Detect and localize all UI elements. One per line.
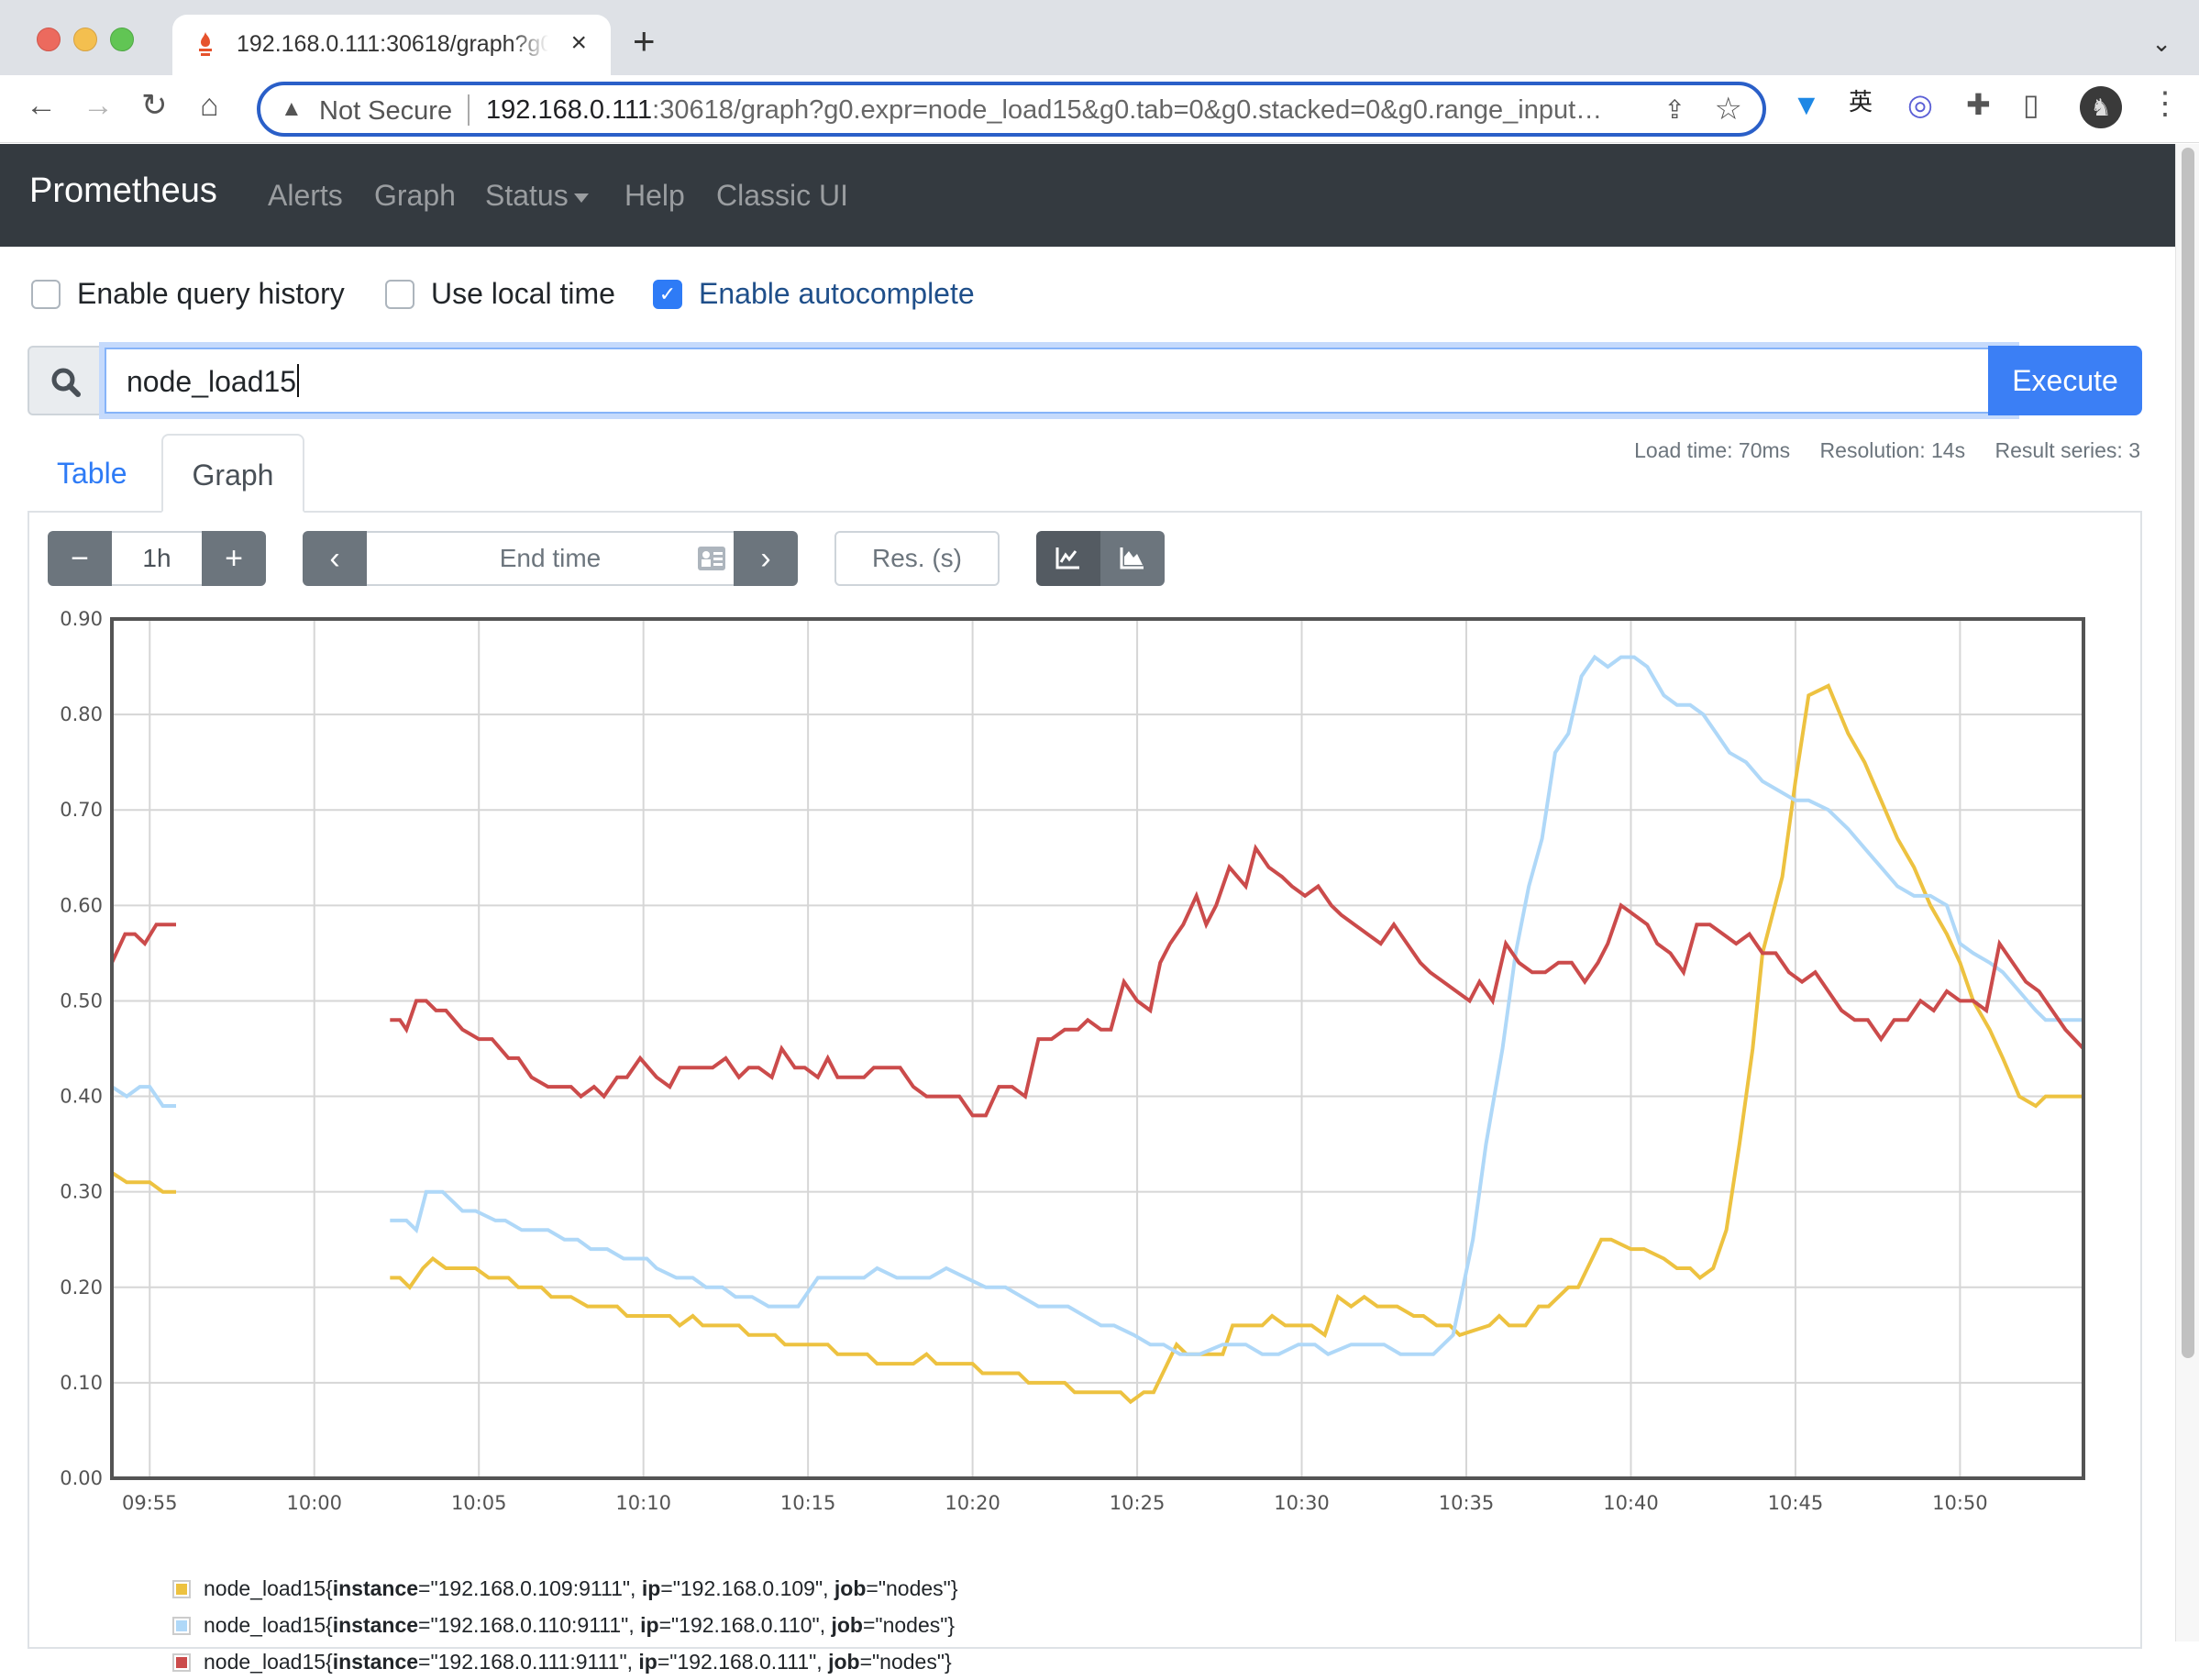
legend-label-key: ip — [638, 1650, 657, 1674]
x-tick-label: 10:40 — [1603, 1492, 1659, 1514]
y-tick-label: 0.80 — [60, 703, 103, 725]
legend-label-value: ="192.168.0.109", — [660, 1576, 834, 1600]
legend-label-key: instance — [332, 1613, 419, 1637]
x-tick-label: 10:45 — [1768, 1492, 1824, 1514]
legend-label-value: ="192.168.0.110:9111", — [418, 1613, 641, 1637]
legend-item[interactable]: node_load15{instance="192.168.0.111:9111… — [172, 1643, 958, 1680]
legend-label-key: job — [831, 1613, 863, 1637]
series-line-1[interactable] — [110, 1171, 176, 1194]
y-tick-label: 0.00 — [60, 1467, 103, 1489]
x-tick-label: 10:30 — [1274, 1492, 1330, 1514]
legend-swatch — [172, 1653, 191, 1672]
series-lines — [110, 654, 2085, 1405]
x-tick-label: 10:50 — [1932, 1492, 1988, 1514]
legend-label-key: ip — [640, 1613, 659, 1637]
grid-lines — [112, 618, 2083, 1479]
x-tick-label: 10:20 — [945, 1492, 1000, 1514]
x-tick-label: 10:25 — [1110, 1492, 1166, 1514]
series-line-3[interactable] — [110, 923, 176, 964]
legend-label-value: ="192.168.0.110", — [658, 1613, 832, 1637]
y-tick-label: 0.90 — [60, 608, 103, 630]
legend-item[interactable]: node_load15{instance="192.168.0.109:9111… — [172, 1570, 958, 1607]
legend-label-value: ="192.168.0.111:9111", — [418, 1650, 639, 1674]
legend-swatch — [172, 1617, 191, 1635]
legend-metric: node_load15{ — [204, 1613, 333, 1637]
y-tick-label: 0.60 — [60, 894, 103, 916]
x-tick-label: 10:10 — [615, 1492, 671, 1514]
graph-chart[interactable]: 0.00 0.10 0.20 0.30 0.40 0.50 0.60 0.70 0.80 0.90… — [0, 0, 2199, 1641]
y-tick-label: 0.10 — [60, 1372, 103, 1394]
legend-swatch — [172, 1580, 191, 1598]
graph-legend: node_load15{instance="192.168.0.109:9111… — [172, 1570, 958, 1680]
legend-label-value: ="192.168.0.111", — [657, 1650, 829, 1674]
x-tick-label: 09:55 — [122, 1492, 178, 1514]
y-tick-label: 0.70 — [60, 799, 103, 821]
legend-label-key: ip — [641, 1576, 661, 1600]
legend-label-value: ="192.168.0.109:9111", — [418, 1576, 642, 1600]
y-tick-label: 0.50 — [60, 989, 103, 1011]
plot-frame — [110, 617, 2085, 1480]
legend-label-key: job — [828, 1650, 860, 1674]
legend-label-key: instance — [332, 1576, 419, 1600]
legend-item[interactable]: node_load15{instance="192.168.0.110:9111… — [172, 1607, 958, 1643]
x-tick-label: 10:05 — [451, 1492, 507, 1514]
legend-label-value: ="nodes"} — [866, 1576, 958, 1600]
legend-label-key: job — [834, 1576, 867, 1600]
legend-label-value: ="nodes"} — [859, 1650, 952, 1674]
x-tick-label: 10:35 — [1439, 1492, 1495, 1514]
legend-label-key: instance — [332, 1650, 419, 1674]
y-tick-label: 0.40 — [60, 1086, 103, 1108]
y-tick-label: 0.20 — [60, 1277, 103, 1299]
legend-label-value: ="nodes"} — [862, 1613, 956, 1637]
legend-metric: node_load15{ — [204, 1576, 333, 1600]
x-tick-label: 10:15 — [780, 1492, 836, 1514]
y-tick-label: 0.30 — [60, 1181, 103, 1203]
legend-metric: node_load15{ — [204, 1650, 333, 1674]
x-tick-label: 10:00 — [286, 1492, 342, 1514]
